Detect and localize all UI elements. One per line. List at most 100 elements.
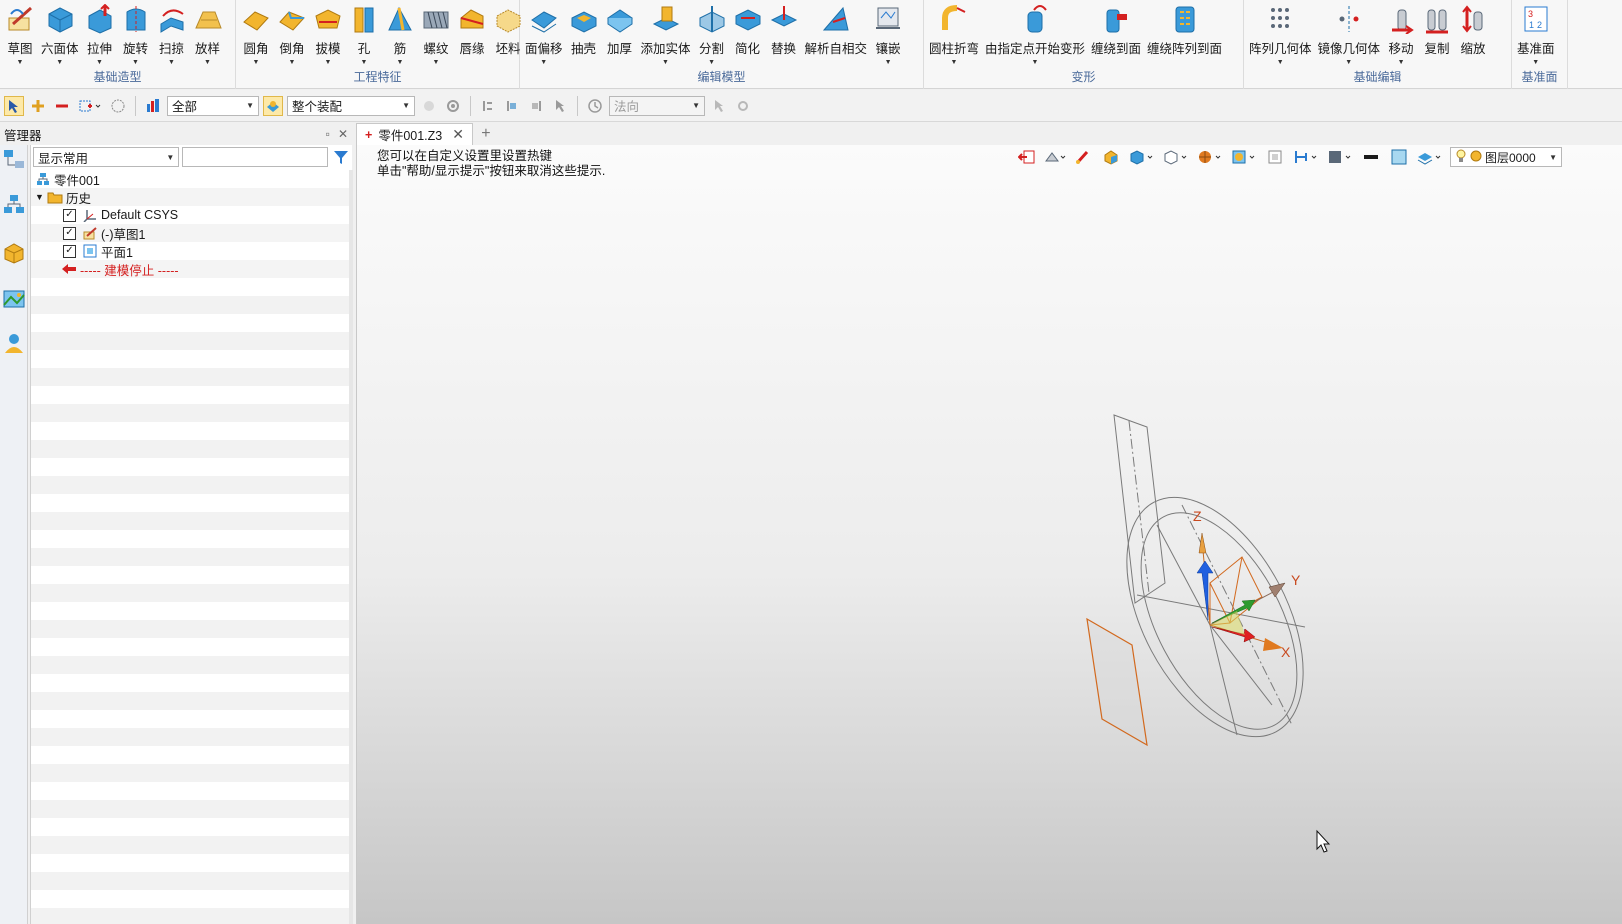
tree-item-csys[interactable]: ✓ Default CSYS (31, 206, 349, 224)
wrap-to-face-button[interactable]: 缠绕到面 (1088, 2, 1144, 70)
loft-button[interactable]: 放样 ▼ (190, 2, 226, 70)
box-button[interactable]: 六面体 ▼ (38, 2, 82, 70)
3d-viewport[interactable]: 您可以在自定义设置里设置热键 单击"帮助/显示提示"按钮来取消这些提示. 图层0… (356, 145, 1622, 924)
tab-part001[interactable]: + 零件001.Z3 ✕ (356, 123, 473, 145)
sweep-button[interactable]: 扫掠 ▼ (154, 2, 190, 70)
tree-search-input[interactable] (182, 147, 329, 167)
pick-point-icon[interactable] (709, 96, 729, 116)
tree-item-plane[interactable]: ✓ 平面1 (31, 242, 349, 260)
add-solid-button[interactable]: 添加实体 ▼ (638, 2, 694, 70)
split-button[interactable]: 分割 ▼ (694, 2, 730, 70)
wireframe-plate[interactable] (1113, 414, 1166, 604)
new-tab-button[interactable]: + (473, 123, 499, 145)
disabled-tool-icon[interactable] (419, 96, 439, 116)
datum-plane-button[interactable]: 321 基准面 ▼ (1514, 2, 1558, 70)
user-icon[interactable] (2, 331, 26, 355)
funnel-icon[interactable] (331, 147, 351, 167)
scale-button[interactable]: 缩放 (1455, 2, 1491, 70)
wrap-pattern-to-face-button[interactable]: 缠绕阵列到面 (1144, 2, 1225, 70)
pattern-geometry-button[interactable]: 阵列几何体 ▼ (1246, 2, 1315, 70)
tree-scrollbar[interactable] (349, 170, 353, 924)
clock-icon[interactable] (585, 96, 605, 116)
visibility-checkbox[interactable]: ✓ (63, 208, 76, 222)
visibility-checkbox[interactable]: ✓ (63, 244, 76, 258)
chevron-down-icon[interactable]: ▼ (35, 192, 47, 202)
chevron-down-icon[interactable]: ▼ (17, 59, 24, 67)
direction-combo[interactable]: 法向 ▼ (609, 95, 705, 116)
lip-button[interactable]: 唇缘 (454, 2, 490, 70)
extrude-button[interactable]: 拉伸 ▼ (82, 2, 118, 70)
tree-item-sketch[interactable]: ✓ (-)草图1 (31, 224, 349, 242)
assembly-combo[interactable]: 整个装配 ▼ (287, 95, 415, 116)
rib-button[interactable]: 筋 ▼ (382, 2, 418, 70)
copy-button[interactable]: 复制 (1419, 2, 1455, 70)
visibility-checkbox[interactable]: ✓ (63, 226, 76, 240)
chevron-down-icon[interactable]: ▼ (662, 59, 669, 67)
filter-combo[interactable]: 全部 ▼ (167, 95, 259, 116)
model-scene[interactable]: Z Y X (357, 145, 1622, 924)
assembly-icon[interactable] (263, 95, 283, 116)
tree-stop-marker[interactable]: ----- 建模停止 ----- (31, 260, 349, 278)
face-offset-button[interactable]: 面偏移 ▼ (522, 2, 566, 70)
deform-from-point-button[interactable]: 由指定点开始变形 ▼ (982, 2, 1088, 70)
hole-button[interactable]: 孔 ▼ (346, 2, 382, 70)
fillet-button[interactable]: 圆角 ▼ (238, 2, 274, 70)
chevron-down-icon[interactable]: ▼ (96, 59, 103, 67)
pick-mode-icon[interactable] (4, 95, 24, 116)
align-left-icon[interactable] (502, 96, 522, 116)
chevron-down-icon[interactable]: ▼ (289, 59, 296, 67)
thicken-button[interactable]: 加厚 (602, 2, 638, 70)
chevron-down-icon[interactable]: ▼ (56, 59, 63, 67)
pointer-icon[interactable] (550, 96, 570, 116)
align-right-icon[interactable] (526, 96, 546, 116)
resolve-self-intersect-button[interactable]: 解析自相交 (802, 2, 871, 70)
filter-icon[interactable] (143, 96, 163, 116)
chevron-down-icon[interactable]: ▼ (708, 59, 715, 67)
add-pick-icon[interactable] (28, 96, 48, 116)
chevron-down-icon[interactable]: ▼ (1532, 59, 1539, 67)
cylinder-bend-button[interactable]: 圆柱折弯 ▼ (926, 2, 982, 70)
remove-pick-icon[interactable] (52, 96, 72, 116)
mirror-geometry-button[interactable]: 镜像几何体 ▼ (1315, 2, 1384, 70)
chamfer-button[interactable]: 倒角 ▼ (274, 2, 310, 70)
chevron-down-icon[interactable]: ▼ (168, 59, 175, 67)
chevron-down-icon[interactable]: ▼ (1032, 59, 1039, 67)
chevron-down-icon[interactable]: ▼ (1345, 59, 1352, 67)
chevron-down-icon[interactable]: ▼ (951, 59, 958, 67)
display-mode-combo[interactable]: 显示常用 ▼ (33, 147, 180, 167)
box-select-icon[interactable] (76, 96, 104, 116)
chevron-down-icon[interactable]: ▼ (325, 59, 332, 67)
part-icon[interactable] (2, 241, 26, 265)
draft-button[interactable]: 拔模 ▼ (310, 2, 346, 70)
revolve-button[interactable]: 旋转 ▼ (118, 2, 154, 70)
assembly-tree-icon[interactable] (2, 147, 26, 171)
shell-button[interactable]: 抽壳 (566, 2, 602, 70)
chevron-down-icon[interactable]: ▼ (1277, 59, 1284, 67)
chevron-down-icon[interactable]: ▼ (253, 59, 260, 67)
chevron-down-icon[interactable]: ▼ (540, 59, 547, 67)
gear-icon[interactable] (443, 96, 463, 116)
sketch-button[interactable]: 草图 ▼ (2, 2, 38, 70)
inlay-button[interactable]: 镶嵌 ▼ (870, 2, 906, 70)
history-tree-icon[interactable] (2, 193, 26, 217)
chevron-down-icon[interactable]: ▼ (361, 59, 368, 67)
tree-root[interactable]: 零件001 (31, 170, 349, 188)
restore-icon[interactable]: ▫ (326, 127, 330, 141)
sketch-rectangle[interactable] (1086, 617, 1148, 747)
thread-button[interactable]: 螺纹 ▼ (418, 2, 454, 70)
image-icon[interactable] (2, 287, 26, 311)
chevron-down-icon[interactable]: ▼ (885, 59, 892, 67)
move-button[interactable]: 移动 ▼ (1383, 2, 1419, 70)
chevron-down-icon[interactable]: ▼ (132, 59, 139, 67)
simplify-button[interactable]: 简化 (730, 2, 766, 70)
close-icon[interactable]: ✕ (338, 127, 348, 141)
lasso-select-icon[interactable] (108, 96, 128, 116)
settings-icon[interactable] (733, 96, 753, 116)
replace-button[interactable]: 替换 (766, 2, 802, 70)
align-icon[interactable] (478, 96, 498, 116)
chevron-down-icon[interactable]: ▼ (397, 59, 404, 67)
chevron-down-icon[interactable]: ▼ (204, 59, 211, 67)
close-icon[interactable]: ✕ (452, 126, 464, 143)
tree-history-folder[interactable]: ▼ 历史 (31, 188, 349, 206)
chevron-down-icon[interactable]: ▼ (433, 59, 440, 67)
